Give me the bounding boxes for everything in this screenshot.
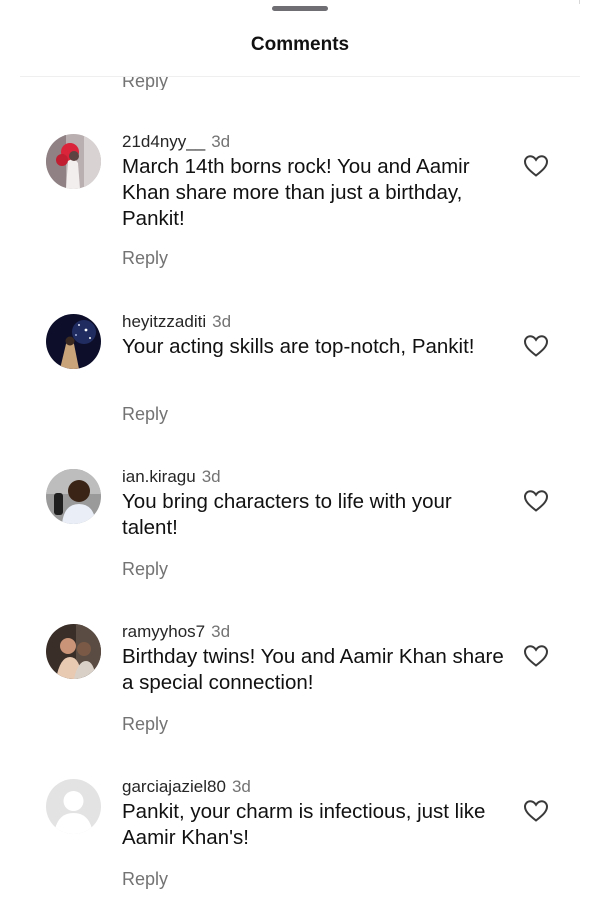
reply-button[interactable]: Reply	[122, 559, 168, 580]
username[interactable]: garciajaziel80	[122, 777, 226, 796]
avatar[interactable]	[46, 314, 101, 369]
previous-comment-reply-row: Reply	[0, 77, 600, 90]
heart-icon[interactable]	[523, 799, 549, 823]
sheet-edge	[579, 0, 580, 4]
comment-text: Your acting skills are top-notch, Pankit…	[122, 335, 475, 358]
heart-icon[interactable]	[523, 489, 549, 513]
timestamp: 3d	[212, 312, 232, 331]
comment-meta: ramyyhos7 3d	[122, 622, 230, 642]
username[interactable]: 21d4nyy__	[122, 132, 205, 151]
timestamp: 3d	[231, 777, 251, 796]
reply-button[interactable]: Reply	[122, 869, 168, 890]
comment-text: Pankit, your charm is infectious, just l…	[122, 800, 486, 849]
page-title: Comments	[250, 34, 350, 55]
comment-text: You bring characters to life with your t…	[122, 490, 452, 539]
heart-icon[interactable]	[523, 154, 549, 178]
comments-sheet: Comments Reply 21d4nyy__ 3d March 14th bo…	[0, 0, 600, 900]
timestamp: 3d	[201, 467, 221, 486]
avatar[interactable]	[46, 469, 101, 524]
heart-icon[interactable]	[523, 644, 549, 668]
comment-meta: garciajaziel80 3d	[122, 777, 251, 797]
avatar[interactable]	[46, 779, 101, 834]
timestamp: 3d	[211, 132, 231, 151]
drag-handle[interactable]	[272, 6, 328, 11]
reply-button[interactable]: Reply	[122, 714, 168, 735]
avatar[interactable]	[46, 624, 101, 679]
reply-button[interactable]: Reply	[122, 404, 168, 425]
reply-button[interactable]: Reply	[122, 248, 168, 269]
username[interactable]: ian.kiragu	[122, 467, 196, 486]
username[interactable]: heyitzzaditi	[122, 312, 206, 331]
comment-meta: ian.kiragu 3d	[122, 467, 221, 487]
comment-text: Birthday twins! You and Aamir Khan share…	[122, 645, 504, 694]
comment-text: March 14th borns rock! You and Aamir Kha…	[122, 155, 470, 230]
heart-icon[interactable]	[523, 334, 549, 358]
comment-meta: 21d4nyy__ 3d	[122, 132, 230, 152]
timestamp: 3d	[211, 622, 231, 641]
avatar[interactable]	[46, 134, 101, 189]
reply-button[interactable]: Reply	[122, 77, 168, 90]
comment-meta: heyitzzaditi 3d	[122, 312, 231, 332]
username[interactable]: ramyyhos7	[122, 622, 205, 641]
